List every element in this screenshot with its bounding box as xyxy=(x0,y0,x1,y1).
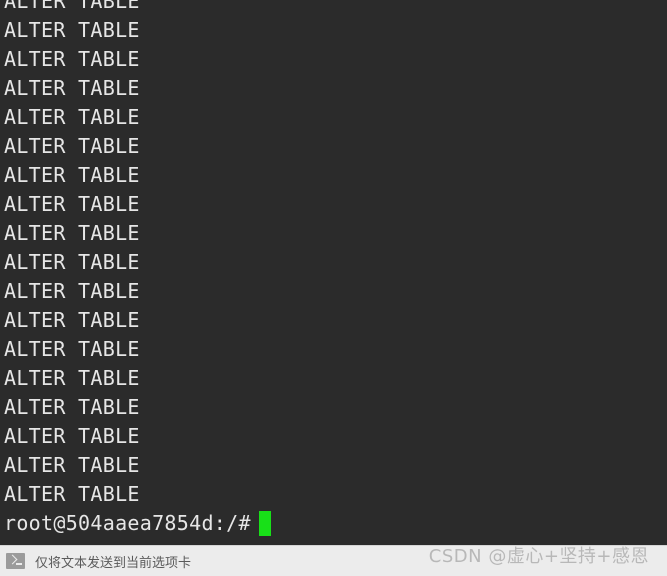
terminal-output-line: ALTER TABLE xyxy=(4,250,140,274)
terminal-output-line: ALTER TABLE xyxy=(4,453,140,477)
terminal-output-line: ALTER TABLE xyxy=(4,134,140,158)
shell-prompt: root@504aaea7854d:/# xyxy=(4,511,251,535)
terminal-output-line: ALTER TABLE xyxy=(4,192,140,216)
terminal-prompt-icon xyxy=(6,553,25,569)
terminal-output-line: ALTER TABLE xyxy=(4,163,140,187)
terminal-prompt-line[interactable]: root@504aaea7854d:/# xyxy=(0,509,667,538)
terminal-output-area[interactable]: ALTER TABLE ALTER TABLE ALTER TABLE ALTER T… xyxy=(0,0,667,545)
terminal-output-line: ALTER TABLE xyxy=(4,47,140,71)
terminal-output-line: ALTER TABLE xyxy=(4,337,140,361)
terminal-output-line: ALTER TABLE xyxy=(4,424,140,448)
block-cursor-icon xyxy=(258,511,271,536)
terminal-output-line: ALTER TABLE xyxy=(4,105,140,129)
status-bar: 仅将文本发送到当前选项卡 xyxy=(0,545,667,576)
terminal-output-line: ALTER TABLE xyxy=(4,76,140,100)
terminal-prompt-icon-underscore xyxy=(16,563,22,565)
status-bar-message: 仅将文本发送到当前选项卡 xyxy=(35,555,192,571)
terminal-output-line: ALTER TABLE xyxy=(4,0,140,13)
terminal-output-line: ALTER TABLE xyxy=(4,221,140,245)
terminal-output-line: ALTER TABLE xyxy=(4,279,140,303)
terminal-scrollback: ALTER TABLE ALTER TABLE ALTER TABLE ALTER T… xyxy=(0,0,667,538)
terminal-output-line: ALTER TABLE xyxy=(4,395,140,419)
terminal-output-line: ALTER TABLE xyxy=(4,18,140,42)
terminal-window: ALTER TABLE ALTER TABLE ALTER TABLE ALTER T… xyxy=(0,0,667,576)
terminal-output-line: ALTER TABLE xyxy=(4,366,140,390)
terminal-output-line: ALTER TABLE xyxy=(4,308,140,332)
terminal-output-line: ALTER TABLE xyxy=(4,482,140,506)
